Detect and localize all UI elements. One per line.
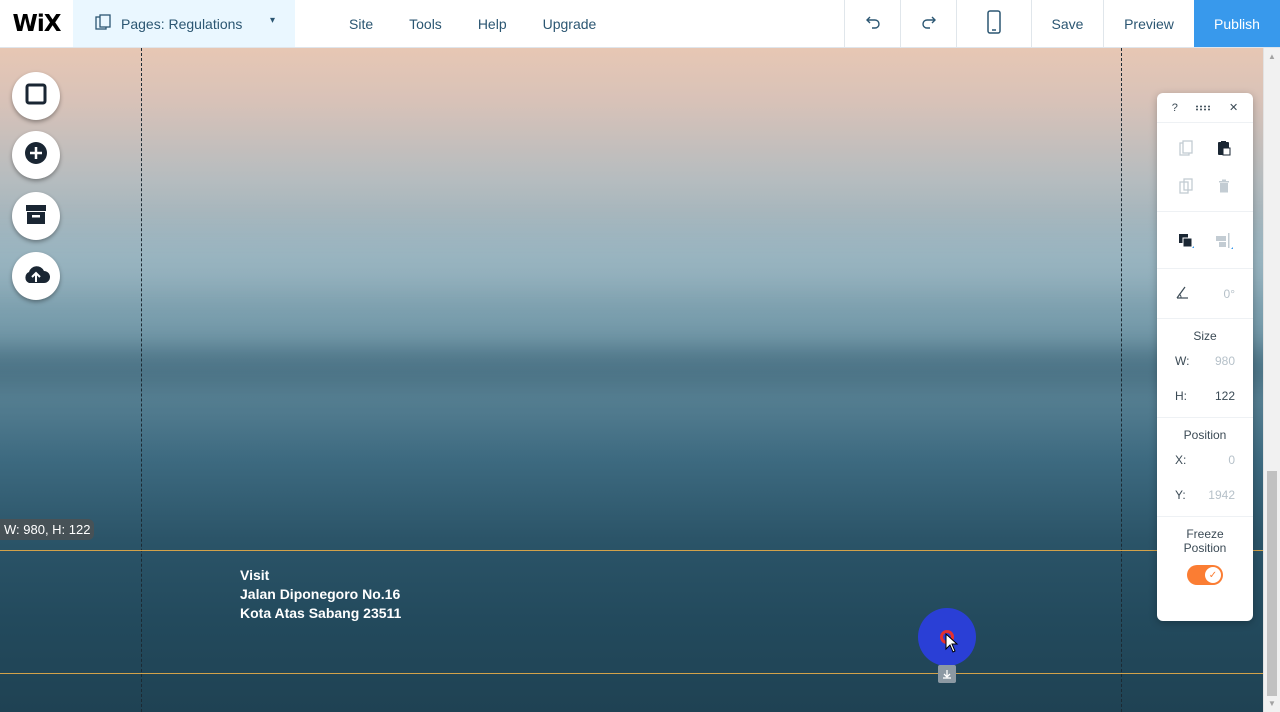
store-icon xyxy=(24,203,48,230)
duplicate-button[interactable] xyxy=(1167,167,1205,205)
add-button[interactable] xyxy=(12,131,60,179)
app-market-button[interactable] xyxy=(12,192,60,240)
scrollbar-thumb[interactable] xyxy=(1267,471,1277,696)
redo-button[interactable] xyxy=(900,0,956,47)
address-line: Visit xyxy=(240,567,270,583)
mouse-cursor-icon xyxy=(945,633,959,653)
y-label: Y: xyxy=(1175,487,1186,502)
panel-header: ? ✕ xyxy=(1157,93,1253,123)
stretch-handle-icon[interactable] xyxy=(938,665,956,683)
preview-button[interactable]: Preview xyxy=(1103,0,1194,47)
freeze-label-line: Freeze xyxy=(1186,527,1224,541)
position-title: Position xyxy=(1183,428,1227,442)
upload-button[interactable] xyxy=(12,252,60,300)
x-label: X: xyxy=(1175,452,1187,467)
strip-bottom-border xyxy=(0,673,1263,674)
help-icon[interactable]: ? xyxy=(1172,102,1178,114)
gridline-left xyxy=(141,48,142,712)
publish-button[interactable]: Publish xyxy=(1194,0,1280,47)
vertical-scrollbar[interactable]: ▲ ▼ xyxy=(1263,48,1280,712)
pages-icon xyxy=(95,14,111,33)
freeze-label-line: Position xyxy=(1183,541,1227,555)
menu-site[interactable]: Site xyxy=(331,16,391,32)
drag-dots-icon[interactable] xyxy=(1195,102,1211,114)
freeze-position-toggle[interactable]: ✓ xyxy=(1187,565,1223,585)
freeze-label: Freeze Position xyxy=(1157,517,1253,555)
scroll-down-icon[interactable]: ▼ xyxy=(1268,699,1276,708)
height-input[interactable]: 122 xyxy=(1215,389,1235,403)
gridline-right xyxy=(1121,48,1122,712)
trash-icon xyxy=(1219,179,1229,193)
background-haze xyxy=(0,348,1263,388)
arrange-button[interactable] xyxy=(1167,222,1205,260)
x-input[interactable]: 0 xyxy=(1228,453,1235,467)
rotate-icon[interactable] xyxy=(1175,285,1189,302)
freeze-section: Freeze Position ✓ xyxy=(1157,517,1253,585)
square-icon xyxy=(25,83,47,110)
mobile-icon xyxy=(987,10,1001,37)
size-section: Size W: 980 H: 122 xyxy=(1157,319,1253,418)
menu-tools[interactable]: Tools xyxy=(391,16,460,32)
editor-canvas[interactable]: W: 980, H: 122 Visit Jalan Diponegoro No… xyxy=(0,48,1263,712)
wix-logo[interactable]: WiX xyxy=(0,0,73,47)
top-menu: Site Tools Help Upgrade xyxy=(295,0,614,47)
address-text[interactable]: Visit Jalan Diponegoro No.16 Kota Atas S… xyxy=(240,566,401,623)
align-icon xyxy=(1216,233,1233,249)
cloud-upload-icon xyxy=(22,264,50,289)
pages-label: Pages: Regulations xyxy=(121,15,243,32)
copy-icon xyxy=(1179,140,1193,156)
size-title: Size xyxy=(1193,329,1217,343)
plus-circle-icon xyxy=(24,141,48,170)
address-line: Jalan Diponegoro No.16 xyxy=(240,586,401,602)
undo-button[interactable] xyxy=(844,0,900,47)
background-button[interactable] xyxy=(12,72,60,120)
check-icon: ✓ xyxy=(1205,567,1221,583)
strip-top-border xyxy=(0,550,1263,551)
duplicate-icon xyxy=(1179,178,1193,194)
delete-button[interactable] xyxy=(1205,167,1243,205)
position-section: Position X: 0 Y: 1942 xyxy=(1157,418,1253,517)
menu-help[interactable]: Help xyxy=(460,16,525,32)
paste-button[interactable] xyxy=(1205,129,1243,167)
redo-icon xyxy=(921,15,937,32)
rotation-value[interactable]: 0° xyxy=(1224,287,1235,301)
pages-dropdown[interactable]: Pages: Regulations ▾ xyxy=(73,0,295,47)
copy-button[interactable] xyxy=(1167,129,1205,167)
edit-actions xyxy=(1157,123,1253,212)
rotation-row: 0° xyxy=(1157,269,1253,319)
width-label: W: xyxy=(1175,353,1190,368)
width-input[interactable]: 980 xyxy=(1215,354,1235,368)
background-haze xyxy=(0,228,1263,288)
save-button[interactable]: Save xyxy=(1031,0,1103,47)
height-label: H: xyxy=(1175,388,1187,403)
editor-topbar: WiX Pages: Regulations ▾ Site Tools Help… xyxy=(0,0,1280,48)
chevron-down-icon: ▾ xyxy=(269,15,275,26)
menu-upgrade[interactable]: Upgrade xyxy=(525,16,615,32)
address-line: Kota Atas Sabang 23511 xyxy=(240,605,402,621)
layers-icon xyxy=(1179,234,1194,248)
paste-icon xyxy=(1218,141,1231,156)
y-input[interactable]: 1942 xyxy=(1208,488,1235,502)
close-icon[interactable]: ✕ xyxy=(1229,101,1238,114)
mobile-view-button[interactable] xyxy=(956,0,1031,47)
undo-icon xyxy=(865,15,881,32)
size-tooltip: W: 980, H: 122 xyxy=(0,519,95,540)
element-tools-panel: ? ✕ 0° Size W: 980 H: 122 Position X: 0 … xyxy=(1157,93,1253,621)
scroll-up-icon[interactable]: ▲ xyxy=(1268,52,1276,61)
arrange-actions xyxy=(1157,212,1253,269)
align-button[interactable] xyxy=(1205,222,1243,260)
